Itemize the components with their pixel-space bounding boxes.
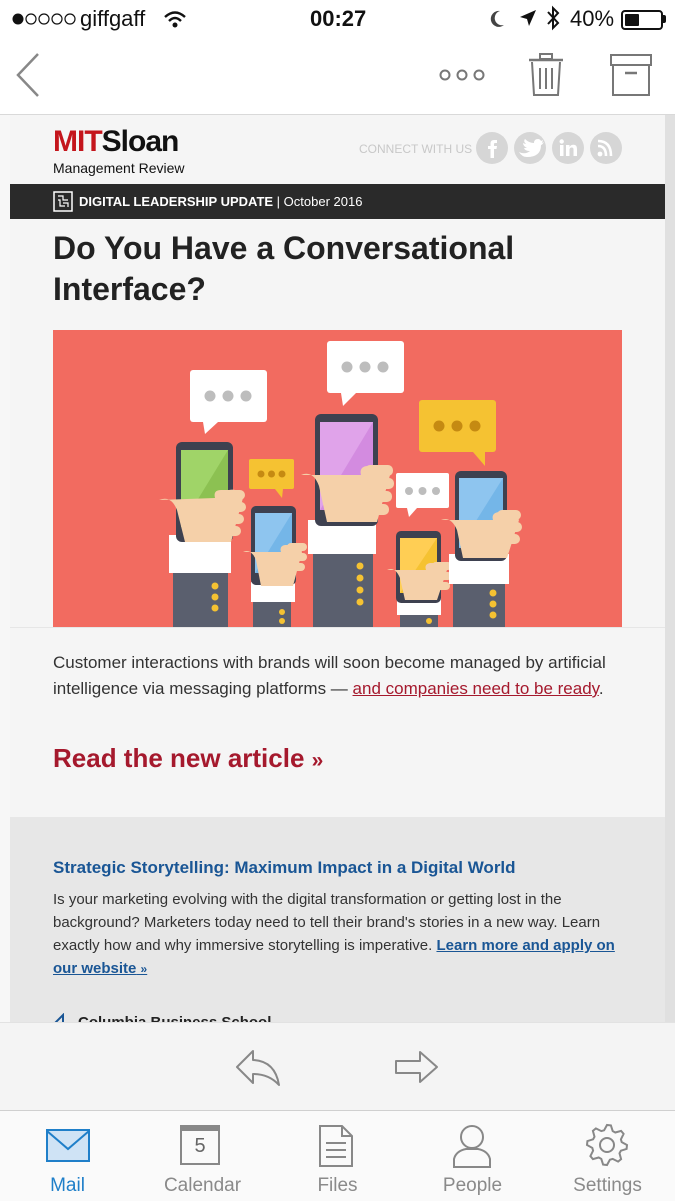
clock: 00:27 <box>310 6 367 31</box>
promo-section: Strategic Storytelling: Maximum Impact i… <box>10 817 665 1022</box>
battery-icon <box>621 10 663 30</box>
linkedin-icon[interactable] <box>552 132 584 164</box>
columbia-crown-icon <box>54 1013 64 1022</box>
promo-title: Strategic Storytelling: Maximum Impact i… <box>53 858 516 877</box>
tab-people[interactable]: People <box>405 1111 540 1201</box>
gear-icon <box>585 1123 629 1167</box>
wifi-icon <box>164 11 186 28</box>
mit-sloan-logo[interactable]: MITSloan Management Review <box>53 125 253 180</box>
banner-separator: | <box>273 194 284 209</box>
tab-mail-label: Mail <box>50 1175 85 1196</box>
signal-dots-icon <box>12 13 76 25</box>
partner-name: Columbia Business School <box>78 1014 271 1022</box>
twitter-icon[interactable] <box>514 132 546 164</box>
trash-icon[interactable] <box>527 52 565 98</box>
more-dots-icon[interactable] <box>438 68 486 82</box>
headline: Do You Have a Conversational Interface? <box>53 230 515 307</box>
logo-sloan: Sloan <box>101 125 180 158</box>
tab-settings[interactable]: Settings <box>540 1111 675 1201</box>
battery-percent: 40% <box>570 6 615 31</box>
chat-phones-illustration <box>53 330 622 627</box>
read-article-link[interactable]: Read the new article » <box>53 743 323 774</box>
location-arrow-icon <box>520 10 536 26</box>
tab-files[interactable]: Files <box>270 1111 405 1201</box>
tab-mail[interactable]: Mail <box>0 1111 135 1201</box>
banner-title: DIGITAL LEADERSHIP UPDATE <box>79 194 274 209</box>
reply-icon[interactable] <box>235 1049 281 1087</box>
tab-bar: Mail 5 Calendar Files People Settings <box>0 1110 675 1201</box>
logo-mit: MIT <box>53 125 103 158</box>
article-inline-link[interactable]: and companies need to be ready <box>353 679 599 698</box>
tab-settings-label: Settings <box>573 1175 642 1196</box>
read-article-label: Read the new article <box>53 743 305 773</box>
social-icons <box>476 132 622 164</box>
connect-label: CONNECT WITH US <box>359 142 473 156</box>
back-chevron-icon[interactable] <box>14 52 44 98</box>
rss-icon[interactable] <box>590 132 622 164</box>
archive-icon[interactable] <box>609 53 653 97</box>
article-summary: Customer interactions with brands will s… <box>53 650 623 702</box>
banner-date: October 2016 <box>283 194 363 209</box>
battery-fill <box>625 14 639 26</box>
calendar-icon: 5 <box>180 1125 220 1165</box>
bluetooth-icon <box>547 5 560 31</box>
document-icon <box>319 1125 353 1167</box>
battery-tip <box>663 15 666 23</box>
facebook-icon[interactable] <box>476 132 508 164</box>
divider <box>10 627 665 628</box>
newsletter-banner: DIGITAL LEADERSHIP UPDATE | October 2016 <box>10 184 665 219</box>
carrier-name: giffgaff <box>80 6 146 31</box>
calendar-day: 5 <box>194 1135 206 1157</box>
logo-subtitle: Management Review <box>53 160 185 176</box>
forward-icon[interactable] <box>394 1049 440 1087</box>
tab-calendar-label: Calendar <box>163 1175 242 1196</box>
moon-icon <box>490 10 504 27</box>
content-edge <box>665 115 675 1022</box>
email-body: MITSloan Management Review CONNECT WITH … <box>10 115 665 1022</box>
tab-calendar[interactable]: 5 Calendar <box>135 1111 270 1201</box>
mail-icon <box>46 1129 90 1162</box>
message-toolbar <box>0 38 675 115</box>
promo-link-arrow: » <box>140 962 148 976</box>
circuit-chip-icon <box>53 191 73 212</box>
status-bar: giffgaff 00:27 40% <box>0 0 675 38</box>
reply-toolbar <box>0 1022 675 1111</box>
person-icon <box>453 1125 491 1168</box>
promo-body: Is your marketing evolving with the digi… <box>53 888 628 981</box>
read-article-arrow: » <box>311 749 324 772</box>
summary-end: . <box>598 679 604 698</box>
tab-files-label: Files <box>317 1175 358 1196</box>
tab-people-label: People <box>442 1175 503 1196</box>
